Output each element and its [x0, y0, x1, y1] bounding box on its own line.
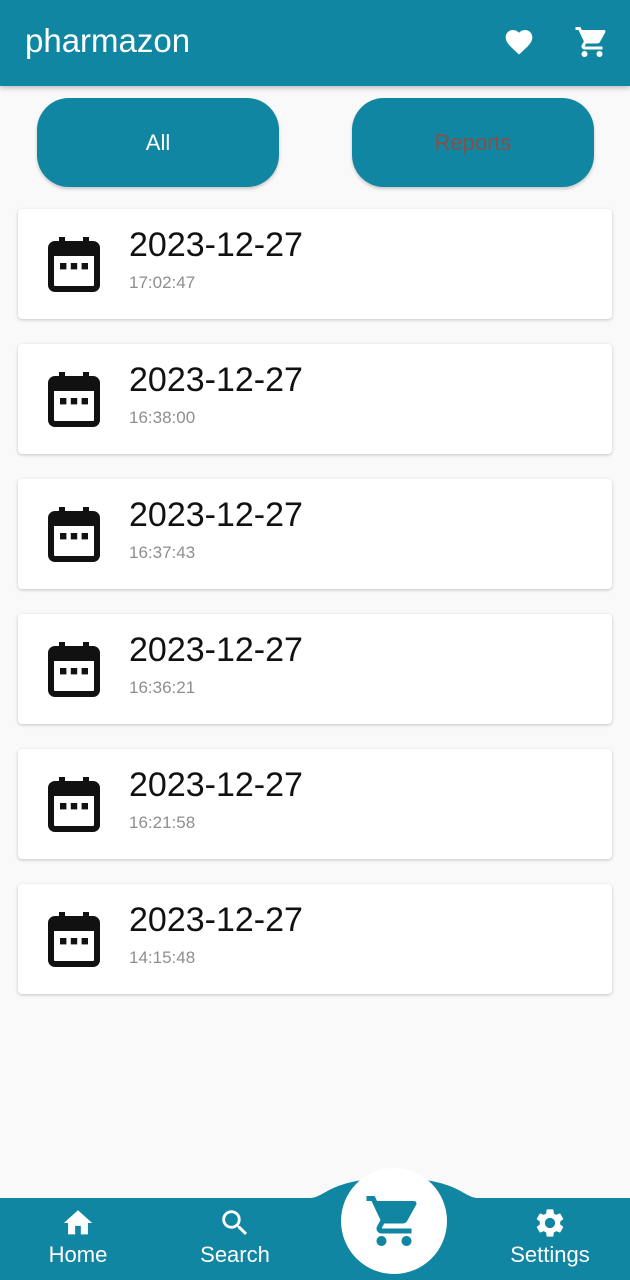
record-date: 2023-12-27 — [129, 901, 303, 939]
nav-search-label: Search — [200, 1242, 270, 1267]
heart-icon — [505, 30, 533, 55]
filter-reports-button[interactable]: Reports — [352, 98, 594, 187]
record-card[interactable]: 2023-12-27 14:15:48 — [18, 884, 612, 994]
record-card[interactable]: 2023-12-27 16:38:00 — [18, 344, 612, 454]
gear-icon — [536, 1209, 564, 1237]
record-time: 16:21:58 — [129, 813, 196, 832]
record-time: 16:37:43 — [129, 543, 196, 562]
bottom-navigation: Home Search Settings — [0, 1168, 630, 1280]
nav-search[interactable]: Search — [195, 1206, 275, 1268]
cart-icon — [575, 27, 606, 57]
record-date: 2023-12-27 — [129, 631, 303, 669]
record-card[interactable]: 2023-12-27 16:36:21 — [18, 614, 612, 724]
favorites-button[interactable] — [499, 22, 539, 62]
record-time: 16:36:21 — [129, 678, 196, 697]
cart-fab-button[interactable] — [341, 1168, 447, 1274]
record-time: 14:15:48 — [129, 948, 196, 967]
nav-settings[interactable]: Settings — [500, 1206, 600, 1268]
calendar-icon — [48, 912, 100, 967]
record-date: 2023-12-27 — [129, 361, 303, 399]
record-time: 16:38:00 — [129, 408, 196, 427]
cart-button[interactable] — [572, 22, 612, 62]
nav-settings-label: Settings — [510, 1242, 590, 1267]
home-icon — [63, 1210, 93, 1235]
record-date: 2023-12-27 — [129, 766, 303, 804]
record-date: 2023-12-27 — [129, 496, 303, 534]
record-card[interactable]: 2023-12-27 16:37:43 — [18, 479, 612, 589]
calendar-icon — [48, 237, 100, 292]
record-card[interactable]: 2023-12-27 17:02:47 — [18, 209, 612, 319]
search-icon — [222, 1210, 248, 1236]
nav-home[interactable]: Home — [38, 1206, 118, 1268]
records-list: 2023-12-27 17:02:47 2023-12-27 16:38:00 … — [18, 209, 612, 1019]
calendar-icon — [48, 777, 100, 832]
calendar-icon — [48, 372, 100, 427]
record-time: 17:02:47 — [129, 273, 196, 292]
app-bar: pharmazon — [0, 0, 630, 86]
nav-home-label: Home — [48, 1242, 108, 1267]
record-card[interactable]: 2023-12-27 16:21:58 — [18, 749, 612, 859]
calendar-icon — [48, 642, 100, 697]
calendar-icon — [48, 507, 100, 562]
cart-icon — [366, 1196, 417, 1246]
filter-all-button[interactable]: All — [37, 98, 279, 187]
app-title: pharmazon — [25, 22, 191, 59]
record-date: 2023-12-27 — [129, 226, 303, 264]
